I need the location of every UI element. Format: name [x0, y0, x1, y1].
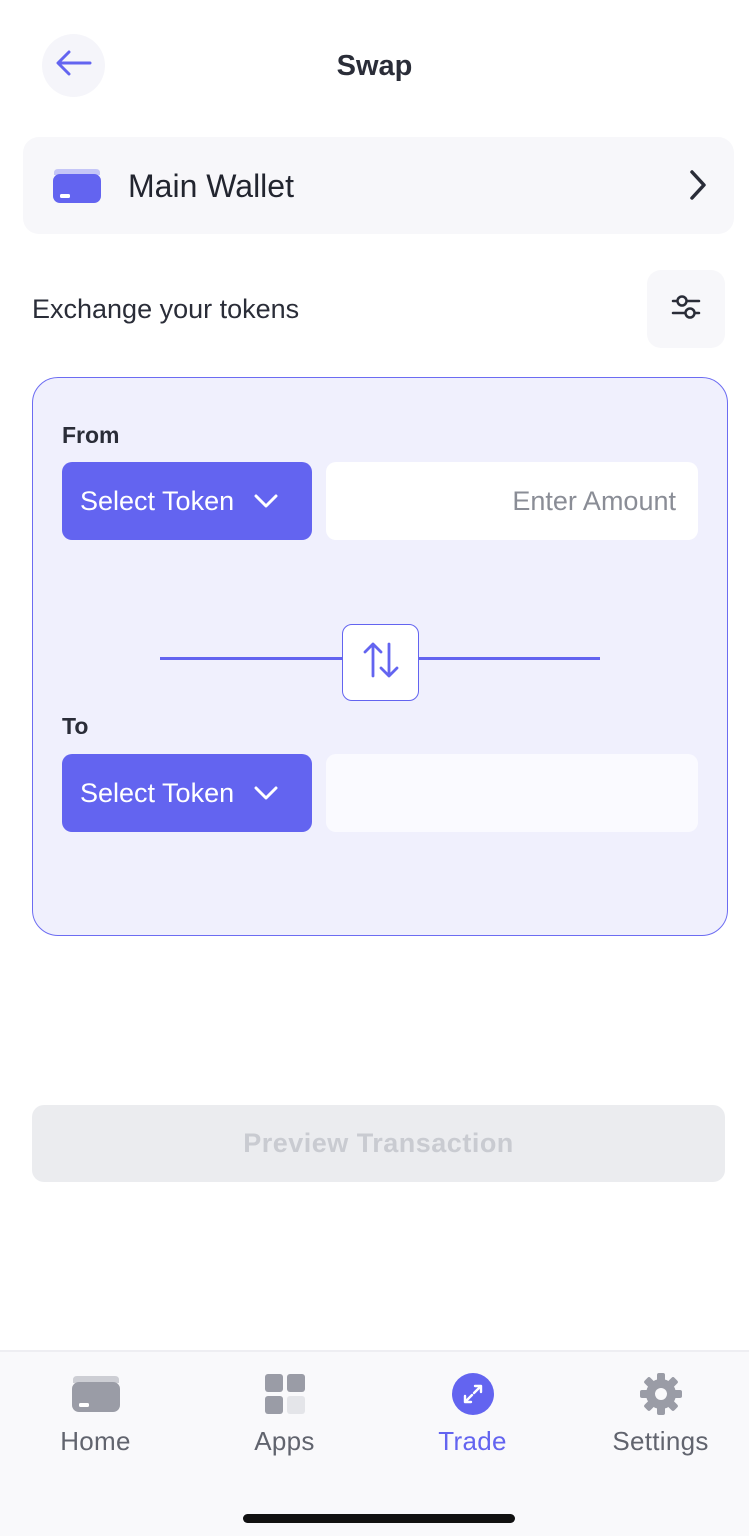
tab-home-label: Home — [60, 1426, 131, 1456]
header: Swap — [0, 0, 749, 130]
wallet-selector[interactable]: Main Wallet — [23, 137, 734, 234]
tab-home[interactable]: Home — [2, 1370, 189, 1457]
to-token-select[interactable]: Select Token — [62, 754, 312, 832]
to-token-select-label: Select Token — [80, 777, 235, 808]
preview-transaction-button[interactable]: Preview Transaction — [32, 1105, 725, 1182]
chevron-down-icon — [254, 786, 278, 800]
swap-settings-button[interactable] — [647, 270, 725, 348]
tab-apps-label: Apps — [254, 1426, 315, 1456]
tab-bar: Home Apps Trade Settings — [0, 1350, 749, 1536]
wallet-card-icon — [52, 167, 102, 210]
gear-icon — [639, 1370, 683, 1418]
grid-icon — [264, 1370, 306, 1418]
chevron-right-icon — [688, 169, 708, 206]
tab-trade[interactable]: Trade — [379, 1370, 566, 1457]
swap-card: From Select Token To Select Token — [32, 377, 728, 936]
chevron-down-icon — [254, 494, 278, 508]
sliders-icon — [671, 293, 701, 326]
from-amount-input[interactable] — [326, 462, 698, 540]
wallet-card-icon — [71, 1370, 121, 1418]
swap-direction-button[interactable] — [342, 624, 419, 701]
trade-icon — [451, 1370, 495, 1418]
home-indicator — [243, 1514, 515, 1523]
tab-settings[interactable]: Settings — [567, 1370, 749, 1457]
tab-apps[interactable]: Apps — [191, 1370, 378, 1457]
divider-line-left — [160, 657, 342, 660]
divider-line-right — [419, 657, 600, 660]
page-title: Swap — [336, 50, 413, 82]
to-label: To — [62, 713, 89, 739]
tab-settings-label: Settings — [612, 1426, 709, 1456]
tab-trade-label: Trade — [438, 1426, 507, 1456]
swap-arrows-icon — [362, 640, 400, 685]
from-token-select[interactable]: Select Token — [62, 462, 312, 540]
exchange-label: Exchange your tokens — [32, 294, 300, 324]
from-label: From — [62, 422, 120, 448]
to-amount-field — [326, 754, 698, 832]
from-token-select-label: Select Token — [80, 485, 235, 516]
wallet-name: Main Wallet — [128, 168, 294, 204]
